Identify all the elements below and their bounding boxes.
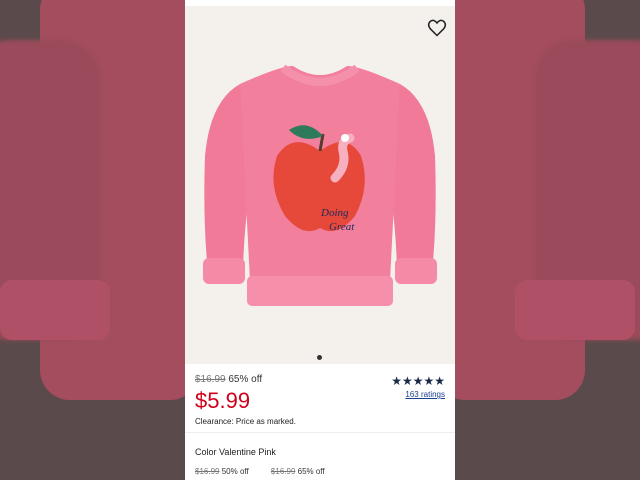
- variant-price[interactable]: $16.99 65% off: [271, 467, 325, 476]
- product-info: $16.99 65% off $5.99 Clearance: Price as…: [185, 364, 455, 480]
- carousel-dot-icon[interactable]: [317, 355, 322, 360]
- color-label: Color Valentine Pink: [195, 447, 276, 457]
- variant-prices: $16.99 50% off $16.99 65% off: [195, 467, 325, 476]
- product-page: Doing Great $16.99 65% off $5.99 Clearan…: [185, 0, 455, 480]
- product-image: Doing Great: [203, 64, 437, 306]
- graphic-text-line1: Doing: [320, 207, 349, 219]
- discount-label: 65% off: [228, 374, 263, 385]
- divider: [185, 432, 455, 433]
- product-image-carousel[interactable]: Doing Great: [185, 6, 455, 364]
- graphic-text-line2: Great: [329, 221, 355, 233]
- blurred-backdrop-left: [0, 0, 185, 480]
- variant-price[interactable]: $16.99 50% off: [195, 467, 251, 476]
- blurred-backdrop-right: [455, 0, 640, 480]
- favorite-heart-icon[interactable]: [427, 18, 447, 38]
- original-price: $16.99: [195, 374, 226, 385]
- price-row: $16.99 65% off: [195, 374, 262, 385]
- ratings-link[interactable]: 163 ratings: [405, 390, 445, 399]
- rating-stars-icon: ★★★★★: [391, 374, 445, 388]
- sale-price: $5.99: [195, 388, 251, 413]
- clearance-note: Clearance: Price as marked.: [195, 417, 296, 426]
